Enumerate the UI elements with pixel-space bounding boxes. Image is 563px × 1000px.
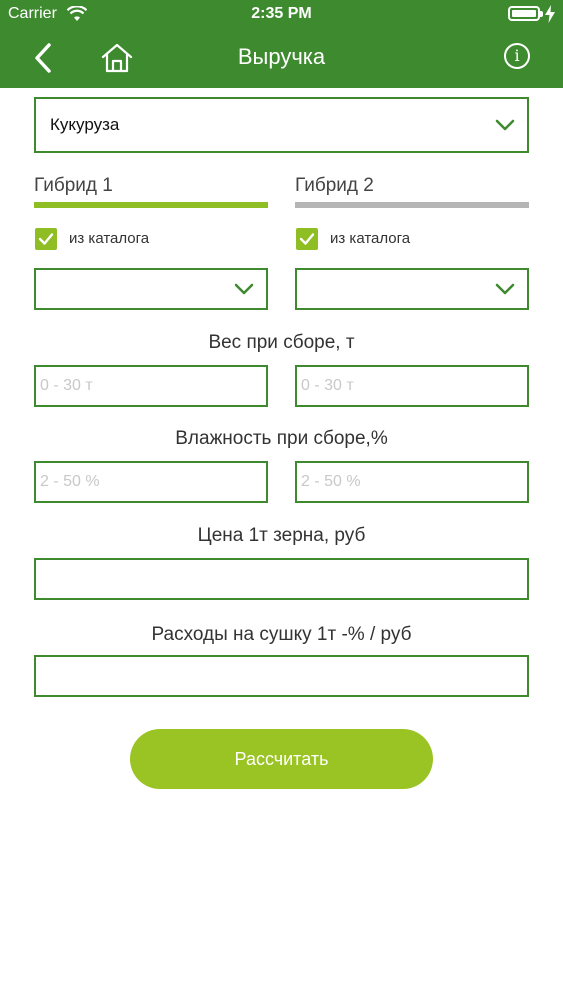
chevron-down-icon (495, 283, 515, 295)
crop-select-value: Кукуруза (50, 115, 120, 134)
price-input[interactable] (34, 558, 529, 600)
tab-hybrid-2-indicator (295, 202, 529, 208)
checkmark-icon (38, 233, 54, 245)
nav-bar: Выручка i (0, 30, 563, 88)
checkmark-icon (299, 233, 315, 245)
calculate-button[interactable]: Рассчитать (130, 729, 433, 789)
info-icon[interactable]: i (504, 43, 530, 69)
tab-hybrid-2[interactable]: Гибрид 2 (295, 175, 374, 197)
status-bar: Carrier 2:35 PM (0, 0, 563, 30)
moisture-input-2[interactable] (295, 461, 529, 503)
weight-input-1[interactable] (34, 365, 268, 407)
drying-cost-input[interactable] (34, 655, 529, 697)
drying-cost-label: Расходы на сушку 1т -% / руб (151, 624, 412, 645)
tab-hybrid-1-indicator (34, 202, 268, 208)
price-label: Цена 1т зерна, руб (197, 525, 366, 546)
charging-icon (545, 5, 555, 23)
catalog-checkbox-2[interactable] (296, 228, 318, 250)
page-title: Выручка (237, 44, 326, 69)
moisture-input-1[interactable] (34, 461, 268, 503)
catalog-label-2: из каталога (330, 230, 411, 247)
tab-hybrid-1[interactable]: Гибрид 1 (34, 175, 113, 197)
weight-input-2[interactable] (295, 365, 529, 407)
weight-label: Вес при сборе, т (208, 332, 355, 353)
crop-select[interactable]: Кукуруза (34, 97, 529, 153)
catalog-label-1: из каталога (69, 230, 150, 247)
moisture-label: Влажность при сборе,% (175, 428, 388, 449)
hybrid-1-select[interactable] (34, 268, 268, 310)
battery-icon (508, 6, 543, 21)
chevron-down-icon (495, 119, 515, 131)
catalog-checkbox-1[interactable] (35, 228, 57, 250)
clock: 2:35 PM (251, 5, 312, 22)
chevron-down-icon (234, 283, 254, 295)
hybrid-2-select[interactable] (295, 268, 529, 310)
